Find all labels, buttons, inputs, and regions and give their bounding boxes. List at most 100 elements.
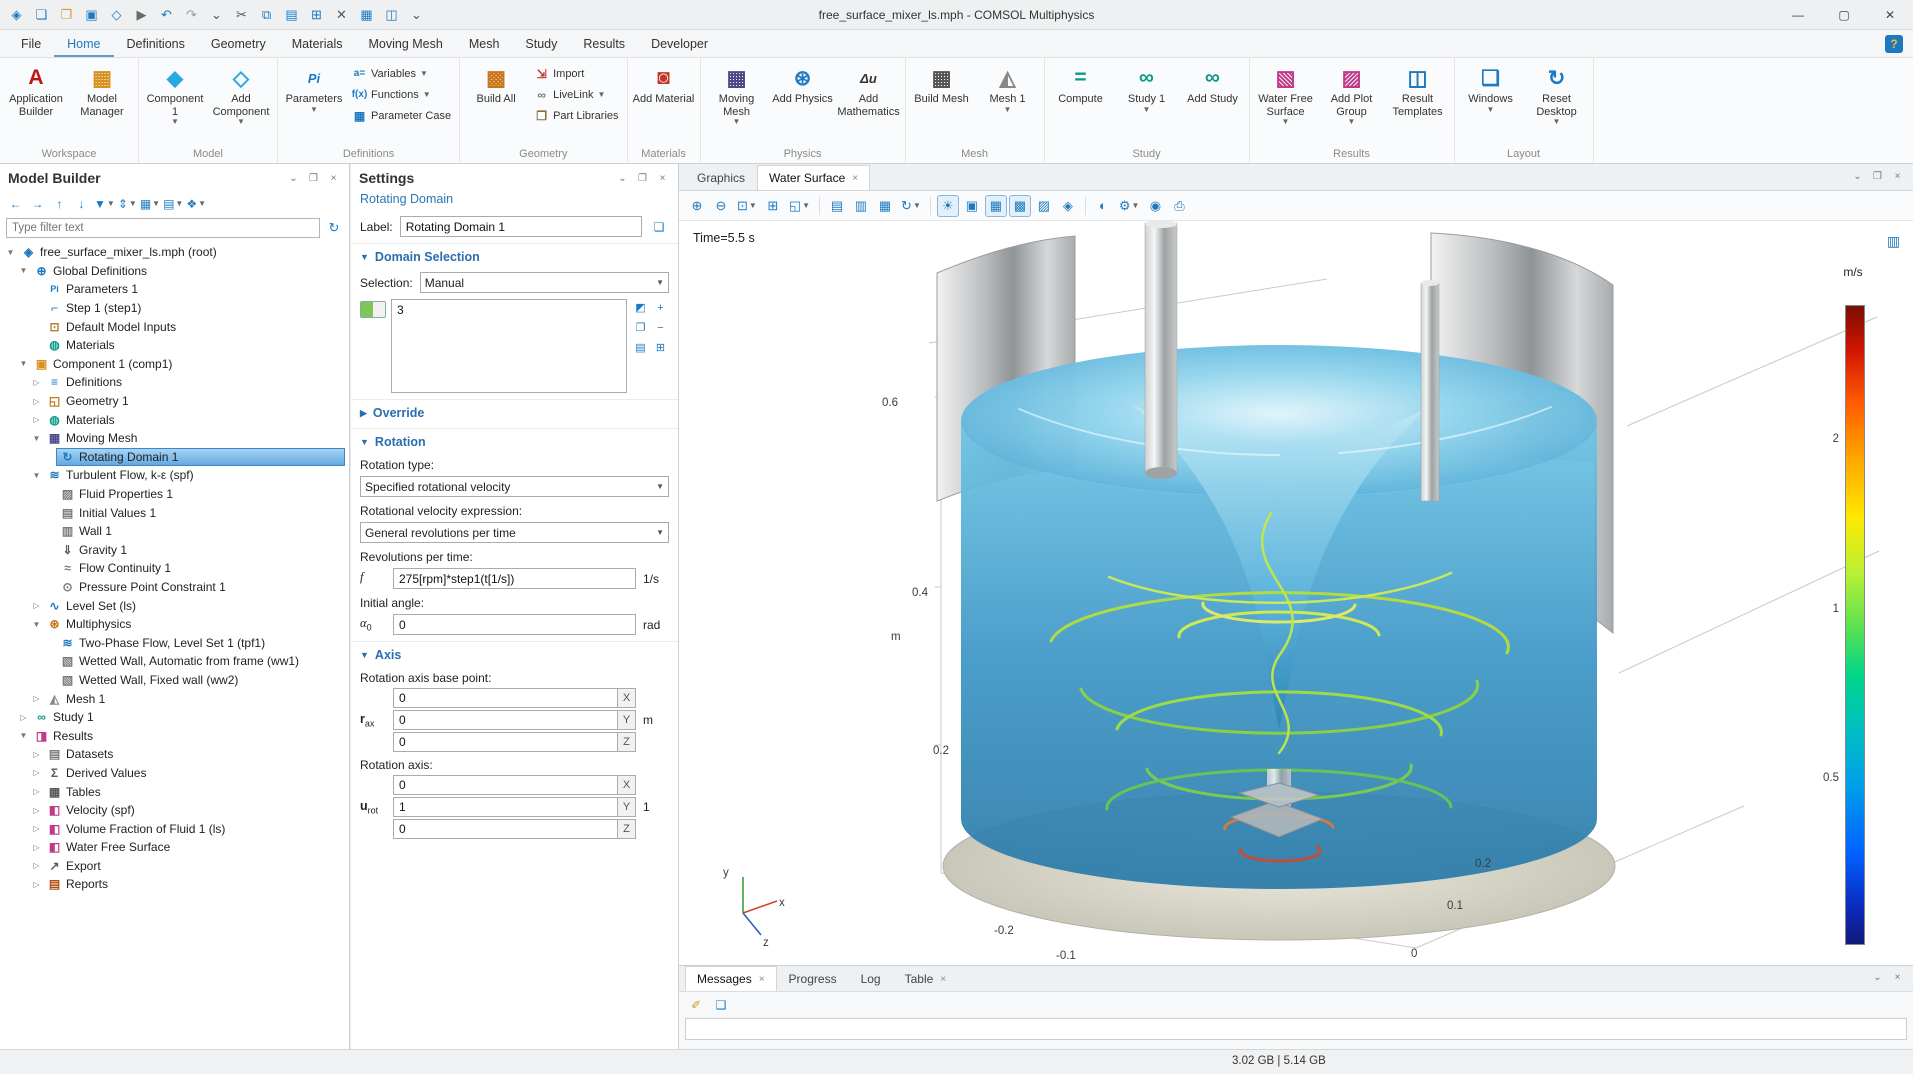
tree-item-definitions[interactable]: ▷≡Definitions	[0, 373, 349, 392]
tree-item-parameters-1[interactable]: PiParameters 1	[0, 280, 349, 299]
tree-item-export[interactable]: ▷↗Export	[0, 857, 349, 876]
base-point-x-input[interactable]	[393, 688, 617, 708]
menu-tab-results[interactable]: Results	[570, 32, 638, 57]
selection-list[interactable]: 3	[391, 299, 627, 393]
parameter-case-button[interactable]: ▦Parameter Case	[348, 107, 455, 124]
refresh-icon[interactable]: ↻	[325, 219, 343, 237]
build-all-button[interactable]: ▩Build All	[464, 61, 528, 108]
tree-expander-icon[interactable]: ▼	[30, 434, 43, 443]
panel-menu-icon[interactable]: ⌄	[286, 171, 301, 186]
section-override[interactable]: ▶ Override	[351, 399, 678, 425]
run-icon[interactable]: ▶	[129, 3, 154, 27]
rotation-axis-z-input[interactable]	[393, 819, 617, 839]
tree-item-moving-mesh[interactable]: ▼▦Moving Mesh	[0, 429, 349, 448]
dock-tab-log[interactable]: Log	[849, 966, 893, 991]
tree-expander-icon[interactable]: ▷	[30, 806, 43, 815]
menu-tab-geometry[interactable]: Geometry	[198, 32, 279, 57]
tree-expander-icon[interactable]: ▷	[30, 768, 43, 777]
delete-icon[interactable]: ✕	[329, 3, 354, 27]
initial-angle-input[interactable]	[393, 614, 636, 635]
paste-icon[interactable]: ▤	[279, 3, 304, 27]
selection-remove-button[interactable]: −	[652, 319, 669, 336]
tree-item-component-1-comp1[interactable]: ▼▣Component 1 (comp1)	[0, 355, 349, 374]
menu-tab-moving-mesh[interactable]: Moving Mesh	[355, 32, 455, 57]
livelink-button[interactable]: ∞LiveLink▼	[530, 86, 622, 103]
add-study-button[interactable]: ∞Add Study	[1181, 61, 1245, 108]
menu-tab-developer[interactable]: Developer	[638, 32, 721, 57]
selection-paste-button[interactable]: ▤	[632, 339, 649, 356]
forward-button[interactable]: →	[28, 195, 47, 214]
comsol-logo[interactable]: ◈	[4, 3, 29, 27]
close-icon[interactable]: ×	[940, 974, 946, 985]
selection-add-button[interactable]: +	[652, 299, 669, 316]
selection-zoom-button[interactable]: ⊞	[652, 339, 669, 356]
view-lock-icon[interactable]: ◈	[1057, 195, 1079, 217]
selection-state-icon[interactable]	[360, 301, 386, 318]
tree-expander-icon[interactable]: ▷	[17, 713, 30, 722]
show-material-color-icon[interactable]: ▩	[1009, 195, 1031, 217]
panel-close-icon[interactable]: ×	[655, 171, 670, 186]
tree-item-pressure-point-constraint-1[interactable]: ⊙Pressure Point Constraint 1	[0, 578, 349, 597]
tree-expander-icon[interactable]: ▼	[17, 266, 30, 275]
dock-tab-messages[interactable]: Messages×	[685, 966, 777, 991]
tree-expander-icon[interactable]: ▼	[17, 359, 30, 368]
tree-item-gravity-1[interactable]: ⇓Gravity 1	[0, 541, 349, 560]
panel-menu-icon[interactable]: ⌄	[615, 171, 630, 186]
view-xy-icon[interactable]: ▤	[826, 195, 848, 217]
import-button[interactable]: ⇲Import	[530, 65, 622, 82]
model-manager-button[interactable]: ▦Model Manager	[70, 61, 134, 120]
selection-activate-button[interactable]: ◩	[632, 299, 649, 316]
cut-icon[interactable]: ✂	[229, 3, 254, 27]
zoom-extents-icon[interactable]: ⊡▼	[734, 195, 760, 217]
water-free-surface-button[interactable]: ▧Water Free Surface▼	[1254, 61, 1318, 128]
undo-history-dropdown[interactable]: ⌄	[204, 3, 229, 27]
tree-item-datasets[interactable]: ▷▤Datasets	[0, 745, 349, 764]
model-tree-nodes-button[interactable]: ▦▼	[140, 195, 160, 214]
menu-tab-study[interactable]: Study	[512, 32, 570, 57]
functions-button[interactable]: f(x)Functions▼	[348, 86, 455, 103]
tree-item-results[interactable]: ▼◨Results	[0, 726, 349, 745]
undo-icon[interactable]: ↶	[154, 3, 179, 27]
dock-tab-table[interactable]: Table×	[893, 966, 959, 991]
tree-item-multiphysics[interactable]: ▼⊛Multiphysics	[0, 615, 349, 634]
tree-expander-icon[interactable]: ▷	[30, 861, 43, 870]
selection-list-item[interactable]: 3	[397, 303, 621, 317]
back-button[interactable]: ←	[6, 195, 25, 214]
menu-tab-file[interactable]: File	[8, 32, 54, 57]
tag-display-button[interactable]: ❖▼	[186, 195, 206, 214]
dock-tab-progress[interactable]: Progress	[777, 966, 849, 991]
tree-expander-icon[interactable]: ▼	[17, 731, 30, 740]
tree-expander-icon[interactable]: ▼	[30, 620, 43, 629]
insert-component-icon[interactable]: ▦	[354, 3, 379, 27]
rotation-type-dropdown[interactable]: Specified rotational velocity ▼	[360, 476, 669, 497]
panel-close-icon[interactable]: ×	[1890, 970, 1905, 985]
tree-item-materials[interactable]: ▷◍Materials	[0, 410, 349, 429]
show-grid-icon[interactable]: ▦	[985, 195, 1007, 217]
duplicate-icon[interactable]: ⊞	[304, 3, 329, 27]
tree-item-initial-values-1[interactable]: ▤Initial Values 1	[0, 503, 349, 522]
label-input[interactable]	[400, 216, 642, 237]
application-builder-button[interactable]: AApplication Builder	[4, 61, 68, 120]
tree-expander-icon[interactable]: ▷	[30, 415, 43, 424]
tree-expander-icon[interactable]: ▷	[30, 601, 43, 610]
tree-item-two-phase-flow-level-set-1-tpf1[interactable]: ≋Two-Phase Flow, Level Set 1 (tpf1)	[0, 633, 349, 652]
zoom-to-selection-icon[interactable]: ⊞	[762, 195, 784, 217]
help-icon[interactable]: ?	[1885, 35, 1903, 53]
component-1-button[interactable]: ◆Component 1▼	[143, 61, 207, 128]
update-plot-icon[interactable]: ↻▼	[898, 195, 924, 217]
transparency-icon[interactable]: ◐	[1092, 195, 1114, 217]
tree-item-wall-1[interactable]: ▥Wall 1	[0, 522, 349, 541]
group-nodes-button[interactable]: ▤▼	[163, 195, 183, 214]
tree-expander-icon[interactable]: ▷	[30, 397, 43, 406]
reset-desktop-button[interactable]: ↻Reset Desktop▼	[1525, 61, 1589, 128]
tab-graphics[interactable]: Graphics	[685, 165, 757, 190]
move-up-button[interactable]: ↑	[50, 195, 69, 214]
tree-item-turbulent-flow-k-spf[interactable]: ▼≋Turbulent Flow, k-ε (spf)	[0, 466, 349, 485]
variables-button[interactable]: a=Variables▼	[348, 65, 455, 82]
tree-expander-icon[interactable]: ▼	[4, 248, 17, 257]
environment-reflections-icon[interactable]: ▣	[961, 195, 983, 217]
view-zx-icon[interactable]: ▦	[874, 195, 896, 217]
menu-tab-materials[interactable]: Materials	[279, 32, 356, 57]
tree-expander-icon[interactable]: ▷	[30, 378, 43, 387]
add-physics-button[interactable]: ⊛Add Physics	[771, 61, 835, 108]
